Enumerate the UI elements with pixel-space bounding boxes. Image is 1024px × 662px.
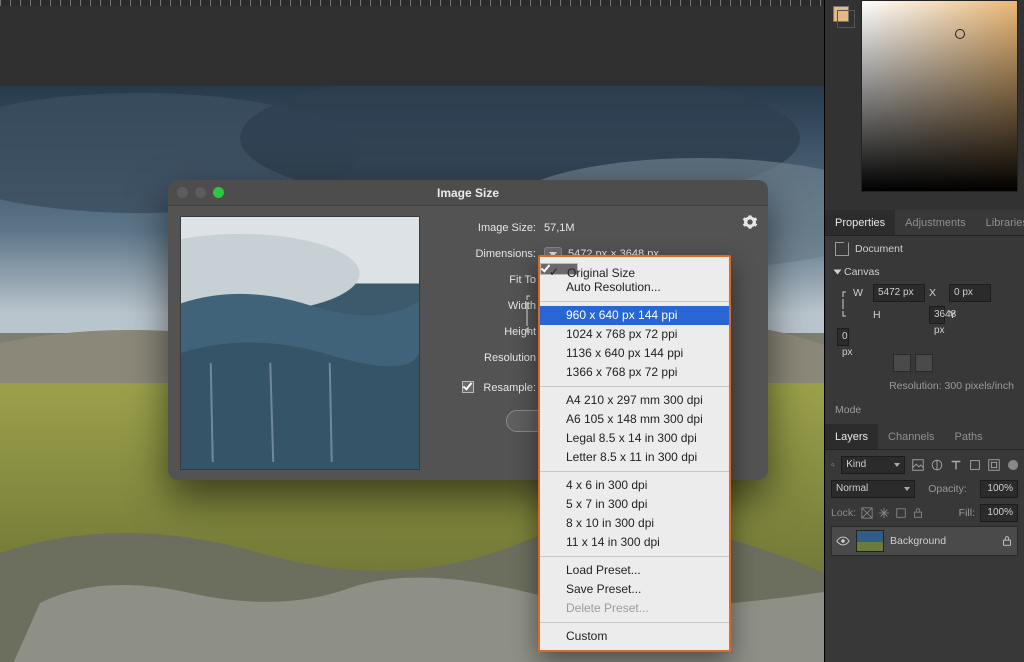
tab-libraries[interactable]: Libraries [976, 210, 1024, 235]
right-panels: Properties Adjustments Libraries Documen… [824, 0, 1024, 662]
fit-to-item-5x7[interactable]: 5 x 7 in 300 dpi [540, 495, 729, 514]
filter-shape-icon[interactable] [968, 458, 982, 472]
resolution-text: Resolution: 300 pixels/inch [835, 380, 1014, 392]
layer-name: Background [890, 535, 946, 547]
canvas-section-label: Canvas [844, 266, 880, 278]
lock-all-icon[interactable] [912, 507, 924, 519]
x-label: X [929, 287, 945, 299]
window-zoom-icon[interactable] [213, 187, 224, 198]
resolution-label: Resolution [426, 352, 536, 364]
foreground-background-swatch[interactable] [833, 6, 849, 22]
image-size-label: Image Size: [426, 222, 536, 234]
constrain-proportions-icon[interactable] [520, 294, 534, 334]
orientation-landscape-icon[interactable] [915, 354, 933, 372]
fit-to-item-original[interactable]: Original Size [540, 263, 578, 275]
window-minimize-icon[interactable] [195, 187, 206, 198]
fit-to-item-4x6[interactable]: 4 x 6 in 300 dpi [540, 476, 729, 495]
fit-to-item-1136x640[interactable]: 1136 x 640 px 144 ppi [540, 344, 729, 363]
filter-smart-icon[interactable] [987, 458, 1001, 472]
filter-adjust-icon[interactable] [930, 458, 944, 472]
fit-to-item-11x14[interactable]: 11 x 14 in 300 dpi [540, 533, 729, 552]
fit-to-popup: Original Size Auto Resolution... 960 x 6… [538, 255, 731, 652]
tab-paths[interactable]: Paths [945, 424, 993, 449]
filter-pixel-icon[interactable] [911, 458, 925, 472]
layers-panel: Layers Channels Paths Kind [825, 424, 1024, 564]
w-label: W [853, 287, 869, 299]
layer-row-background[interactable]: Background [831, 526, 1018, 556]
x-field[interactable]: 0 px [949, 284, 991, 302]
fit-to-item-1366x768[interactable]: 1366 x 768 px 72 ppi [540, 363, 729, 382]
tab-layers[interactable]: Layers [825, 424, 878, 449]
fill-field[interactable]: 100% [980, 504, 1018, 522]
fit-to-item-save-preset[interactable]: Save Preset... [540, 580, 729, 599]
opacity-label: Opacity: [928, 483, 967, 495]
y-label: Y [949, 309, 991, 321]
tab-properties[interactable]: Properties [825, 210, 895, 235]
gear-icon[interactable] [742, 214, 758, 233]
visibility-eye-icon[interactable] [836, 534, 850, 548]
layer-filter-kind-select[interactable]: Kind [841, 456, 905, 474]
y-field[interactable]: 0 px [837, 328, 849, 346]
fit-to-item-letter[interactable]: Letter 8.5 x 11 in 300 dpi [540, 448, 729, 467]
layer-thumbnail [856, 530, 884, 552]
color-field[interactable] [861, 0, 1018, 192]
document-label: Document [855, 243, 903, 255]
h-label: H [873, 309, 925, 321]
color-picker-panel [825, 0, 1024, 210]
image-size-preview [180, 216, 420, 470]
width-field[interactable]: 5472 px [873, 284, 925, 302]
lock-artboard-icon[interactable] [895, 507, 907, 519]
lock-pixels-icon[interactable] [861, 507, 873, 519]
blend-mode-select[interactable]: Normal [831, 480, 915, 498]
fit-to-item-load-preset[interactable]: Load Preset... [540, 561, 729, 580]
fit-to-item-a4[interactable]: A4 210 x 297 mm 300 dpi [540, 391, 729, 410]
fit-to-label: Fit To [426, 274, 536, 286]
height-field[interactable]: 3648 px [929, 306, 945, 324]
resample-label: Resample: [483, 382, 536, 394]
lock-position-icon[interactable] [878, 507, 890, 519]
fit-to-item-legal[interactable]: Legal 8.5 x 14 in 300 dpi [540, 429, 729, 448]
tab-channels[interactable]: Channels [878, 424, 944, 449]
dimensions-label: Dimensions: [426, 248, 536, 260]
filter-type-icon[interactable] [949, 458, 963, 472]
fit-to-item-960x640[interactable]: 960 x 640 px 144 ppi [540, 306, 729, 325]
opacity-field[interactable]: 100% [980, 480, 1018, 498]
layer-lock-icon[interactable] [1001, 535, 1013, 547]
tab-adjustments[interactable]: Adjustments [895, 210, 976, 235]
image-size-value: 57,1M [544, 222, 575, 234]
fit-to-item-8x10[interactable]: 8 x 10 in 300 dpi [540, 514, 729, 533]
layer-filter-toggle[interactable] [1011, 460, 1018, 470]
dialog-title: Image Size [168, 180, 768, 206]
fit-to-item-auto-resolution[interactable]: Auto Resolution... [540, 278, 729, 297]
color-cursor-icon [955, 29, 965, 39]
fill-label: Fill: [959, 507, 975, 519]
fit-to-item-1024x768[interactable]: 1024 x 768 px 72 ppi [540, 325, 729, 344]
dialog-titlebar[interactable]: Image Size [168, 180, 768, 206]
fit-to-item-delete-preset: Delete Preset... [540, 599, 729, 618]
resample-checkbox[interactable] [462, 381, 474, 393]
properties-panel: Properties Adjustments Libraries Documen… [825, 210, 1024, 424]
fit-to-item-a6[interactable]: A6 105 x 148 mm 300 dpi [540, 410, 729, 429]
link-dimensions-icon[interactable] [837, 291, 849, 317]
canvas-section-toggle[interactable]: Canvas [835, 266, 1014, 278]
lock-label: Lock: [831, 507, 856, 519]
window-close-icon[interactable] [177, 187, 188, 198]
orientation-portrait-icon[interactable] [893, 354, 911, 372]
search-icon[interactable] [831, 458, 835, 472]
fit-to-item-custom[interactable]: Custom [540, 627, 729, 646]
mode-label: Mode [835, 404, 1014, 416]
document-icon [835, 242, 849, 256]
